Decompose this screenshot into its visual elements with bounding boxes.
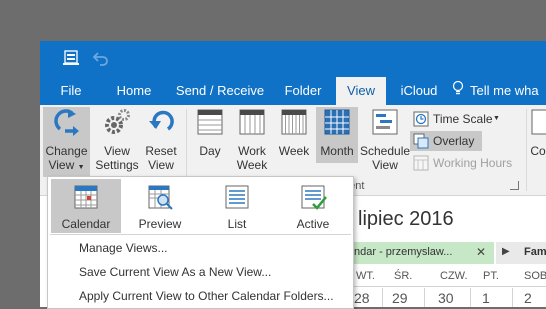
calendar-tab[interactable]: ndar - przemyslaw... ✕ [352,242,494,264]
work-week-label: Work Week [236,144,268,172]
overlay-label: Overlay [433,134,475,148]
overlay-icon [413,133,429,155]
column-divider [382,288,383,307]
view-list[interactable]: List [202,179,272,233]
calendar-tab-2-label: Fam [524,246,546,258]
weekday-label: PT. [483,270,499,282]
active-view-icon [278,183,348,214]
day-label: Day [199,144,221,158]
column-divider [424,288,425,307]
close-icon[interactable]: ✕ [476,245,486,259]
tab-icloud[interactable]: iCloud [394,77,444,105]
day-calendar-icon [192,107,228,140]
save-view-item[interactable]: Save Current View As a New View... [79,265,271,279]
tell-me-label: Tell me wha [470,83,539,98]
color-icon [530,107,546,140]
month-title: lipiec 2016 [358,208,454,230]
reset-view-label: Reset View [145,144,177,172]
date-cell[interactable]: 30 [438,290,454,306]
view-settings-label: View Settings [95,144,139,172]
working-hours-label: Working Hours [433,156,513,170]
tab-home[interactable]: Home [106,77,162,105]
arrow-right-icon: ▶ [502,246,510,257]
change-view-icon [43,107,90,140]
date-cell[interactable]: 28 [354,290,370,306]
weekday-header: WT. ŚR. CZW. PT. SOB [352,266,546,287]
chevron-down-icon: ▼ [77,164,85,171]
day-button[interactable]: Day [192,107,228,158]
ribbon-tabs: File Home Send / Receive Folder View iCl… [40,77,546,105]
lightbulb-icon [452,78,464,106]
column-divider [512,288,513,307]
overlay-button[interactable]: Overlay [410,131,482,151]
tab-view[interactable]: View [336,77,386,105]
list-view-icon [202,183,272,214]
ribbon-divider [526,109,527,191]
date-cell[interactable]: 2 [524,290,532,306]
calendar-view-icon [51,183,121,214]
manage-views-item[interactable]: Manage Views... [79,241,168,255]
chevron-down-icon: ▼ [493,115,500,122]
calendar-view-label: Calendar [61,217,111,231]
weekday-label: CZW. [440,270,468,282]
clock-icon [413,111,429,133]
weekday-label: SOB [524,270,546,282]
working-hours-icon [413,155,429,177]
view-calendar[interactable]: Calendar [51,179,121,233]
month-button[interactable]: Month [316,107,358,163]
gear-icon [94,107,140,140]
weekday-label: WT. [356,270,375,282]
dialog-launcher-icon[interactable] [510,181,519,190]
tab-file[interactable]: File [48,77,94,105]
date-cell[interactable]: 29 [392,290,408,306]
change-view-button[interactable]: Change View ▼ [43,107,90,177]
title-bar [40,41,546,77]
date-row: 28 29 30 1 2 [352,288,546,307]
column-divider [470,288,471,307]
view-settings-button[interactable]: View Settings [94,107,140,172]
send-receive-all-icon[interactable] [62,49,82,67]
list-view-label: List [227,217,247,231]
time-scale-button[interactable]: Time Scale ▼ [413,109,509,129]
calendar-tab-label: ndar - przemyslaw... [354,246,453,258]
week-calendar-icon [276,107,312,140]
color-label: Co [530,144,546,158]
work-week-button[interactable]: Work Week [232,107,272,172]
date-cell[interactable]: 1 [482,290,490,306]
change-view-dropdown: Calendar Preview List Active Manage View… [47,176,354,309]
apply-view-item[interactable]: Apply Current View to Other Calendar Fol… [79,289,334,303]
reset-view-button[interactable]: Reset View [142,107,180,172]
work-week-calendar-icon [232,107,272,140]
week-button[interactable]: Week [276,107,312,158]
calendar-tab-2[interactable]: ▶ Fam [496,242,546,264]
tell-me-box[interactable]: Tell me wha [452,77,546,105]
week-label: Week [278,144,310,158]
month-label: Month [320,144,354,158]
active-view-label: Active [296,217,330,231]
schedule-view-button[interactable]: Schedule View [360,107,410,172]
reset-arrow-icon [142,107,180,140]
preview-view-icon [125,183,195,214]
weekday-label: ŚR. [394,270,413,282]
schedule-view-icon [360,107,410,140]
tab-send-receive[interactable]: Send / Receive [172,77,268,105]
month-calendar-icon [316,107,358,140]
color-button[interactable]: Co [530,107,546,158]
preview-view-label: Preview [138,217,182,231]
working-hours-button: Working Hours [413,153,523,173]
schedule-view-label: Schedule View [360,144,411,172]
view-active[interactable]: Active [278,179,348,233]
time-scale-label: Time Scale [433,112,493,126]
view-preview[interactable]: Preview [125,179,195,233]
menu-divider [50,234,351,235]
undo-icon[interactable] [92,49,112,67]
tab-folder[interactable]: Folder [276,77,330,105]
